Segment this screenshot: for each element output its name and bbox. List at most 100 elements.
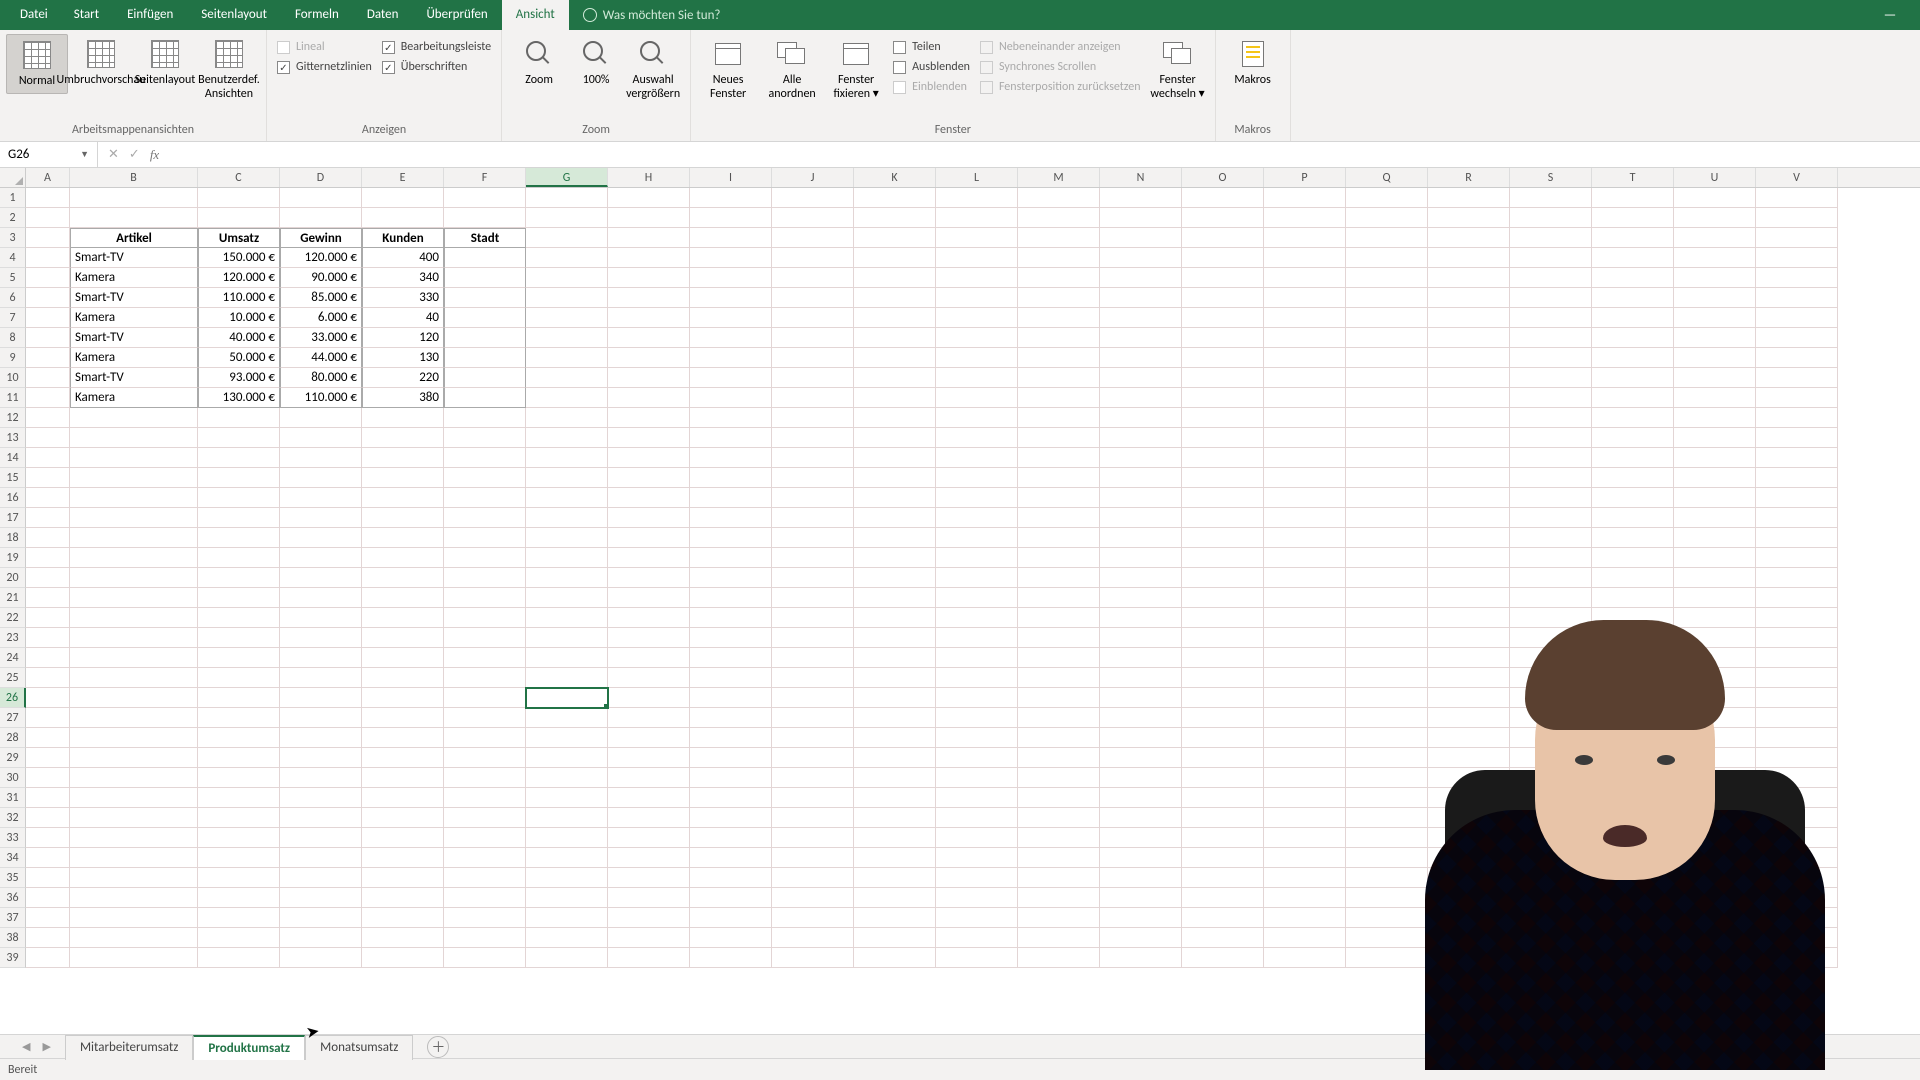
menu-tab-überprüfen[interactable]: Überprüfen: [412, 0, 501, 30]
cell[interactable]: [362, 728, 444, 748]
zoom-button[interactable]: Zoom: [508, 34, 570, 92]
cell[interactable]: [198, 888, 280, 908]
cell[interactable]: [1264, 808, 1346, 828]
cell[interactable]: [1264, 228, 1346, 248]
cell[interactable]: [1018, 708, 1100, 728]
cell[interactable]: [444, 468, 526, 488]
cell[interactable]: [1428, 808, 1510, 828]
cell[interactable]: [1592, 408, 1674, 428]
cell[interactable]: [526, 328, 608, 348]
cell[interactable]: [198, 588, 280, 608]
cell[interactable]: [526, 408, 608, 428]
column-header-F[interactable]: F: [444, 168, 526, 187]
cell[interactable]: [854, 668, 936, 688]
cell[interactable]: [444, 388, 526, 408]
cell[interactable]: [1264, 728, 1346, 748]
cell[interactable]: [70, 768, 198, 788]
cell[interactable]: 44.000 €: [280, 348, 362, 368]
cell[interactable]: 110.000 €: [198, 288, 280, 308]
cell[interactable]: [936, 728, 1018, 748]
cell[interactable]: [690, 268, 772, 288]
cell[interactable]: [1592, 288, 1674, 308]
cell[interactable]: [772, 748, 854, 768]
cell[interactable]: [1510, 528, 1592, 548]
cell[interactable]: [1756, 748, 1838, 768]
cell[interactable]: [362, 208, 444, 228]
cell[interactable]: [608, 428, 690, 448]
cell[interactable]: [444, 588, 526, 608]
cell[interactable]: [280, 728, 362, 748]
cell[interactable]: [1428, 508, 1510, 528]
cell[interactable]: [1264, 368, 1346, 388]
cell[interactable]: [444, 868, 526, 888]
cell[interactable]: [1674, 268, 1756, 288]
cell[interactable]: [1346, 628, 1428, 648]
cell[interactable]: [444, 568, 526, 588]
cell[interactable]: [1592, 488, 1674, 508]
cell[interactable]: [854, 388, 936, 408]
cell[interactable]: [1018, 448, 1100, 468]
menu-tab-einfügen[interactable]: Einfügen: [113, 0, 187, 30]
zoom-selection-button[interactable]: Auswahl vergrößern: [622, 34, 684, 106]
cell[interactable]: [1756, 588, 1838, 608]
cell[interactable]: [690, 508, 772, 528]
cell[interactable]: [362, 908, 444, 928]
cell[interactable]: [1510, 548, 1592, 568]
cell[interactable]: [26, 268, 70, 288]
cell[interactable]: [444, 828, 526, 848]
cell[interactable]: [1756, 188, 1838, 208]
cell[interactable]: [1510, 388, 1592, 408]
cell[interactable]: [1346, 868, 1428, 888]
cell[interactable]: [1346, 448, 1428, 468]
cell[interactable]: [854, 408, 936, 428]
row-header[interactable]: 34: [0, 848, 26, 868]
cell[interactable]: [70, 488, 198, 508]
cell[interactable]: Kunden: [362, 228, 444, 248]
cell[interactable]: [1510, 408, 1592, 428]
cell[interactable]: [1592, 208, 1674, 228]
cell[interactable]: [362, 808, 444, 828]
cell[interactable]: [1346, 728, 1428, 748]
cell[interactable]: [280, 668, 362, 688]
split-checkbox[interactable]: Teilen: [893, 40, 970, 54]
cell[interactable]: [608, 208, 690, 228]
cell[interactable]: [526, 268, 608, 288]
cell[interactable]: [608, 308, 690, 328]
cell[interactable]: [1428, 828, 1510, 848]
cell[interactable]: [1674, 448, 1756, 468]
sheet-tab-mitarbeiterumsatz[interactable]: Mitarbeiterumsatz: [65, 1035, 193, 1060]
cell[interactable]: [1182, 208, 1264, 228]
cell[interactable]: [526, 908, 608, 928]
cell[interactable]: [444, 208, 526, 228]
cell[interactable]: [1182, 308, 1264, 328]
cell[interactable]: [1018, 348, 1100, 368]
cell[interactable]: [70, 708, 198, 728]
cell[interactable]: [1100, 528, 1182, 548]
cell[interactable]: [1346, 528, 1428, 548]
cell[interactable]: [526, 248, 608, 268]
cell[interactable]: [1674, 868, 1756, 888]
cell[interactable]: [936, 288, 1018, 308]
cell[interactable]: [444, 428, 526, 448]
cell[interactable]: Smart-TV: [70, 368, 198, 388]
cell[interactable]: [936, 848, 1018, 868]
cell[interactable]: [1100, 848, 1182, 868]
cell[interactable]: [1592, 648, 1674, 668]
cell[interactable]: [1674, 828, 1756, 848]
cell[interactable]: [1100, 768, 1182, 788]
cell[interactable]: [936, 408, 1018, 428]
cell[interactable]: [1756, 728, 1838, 748]
cell[interactable]: [280, 468, 362, 488]
cell[interactable]: [936, 388, 1018, 408]
cell[interactable]: [526, 228, 608, 248]
cell[interactable]: [444, 648, 526, 668]
cell[interactable]: [70, 548, 198, 568]
cell[interactable]: [1182, 868, 1264, 888]
cell[interactable]: [444, 748, 526, 768]
cell[interactable]: [280, 488, 362, 508]
cell[interactable]: [526, 648, 608, 668]
cell[interactable]: [936, 948, 1018, 968]
cell[interactable]: [1428, 948, 1510, 968]
cell[interactable]: 85.000 €: [280, 288, 362, 308]
cell[interactable]: [444, 948, 526, 968]
